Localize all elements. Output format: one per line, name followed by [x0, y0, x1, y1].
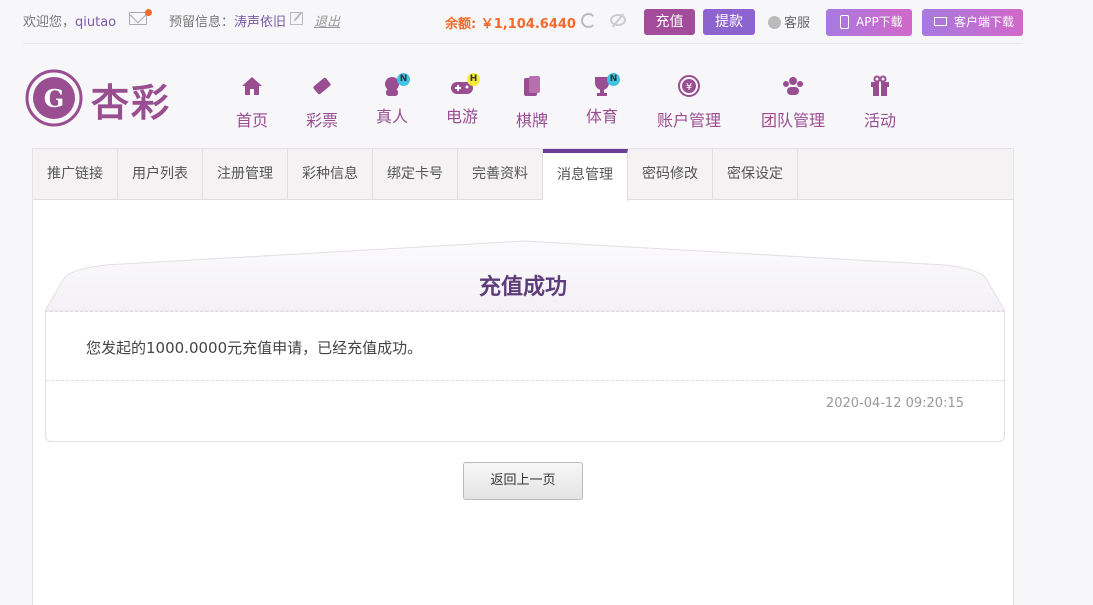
nav-lottery[interactable]: 彩票: [302, 74, 342, 131]
gamepad-icon: H: [450, 73, 480, 98]
svg-text:G: G: [44, 84, 65, 113]
tab-profile[interactable]: 完善资料: [458, 149, 543, 200]
nav-label: 电游: [445, 107, 478, 126]
nav-sports[interactable]: N 体育: [582, 73, 622, 127]
nav-chess[interactable]: 棋牌: [512, 74, 552, 131]
welcome-prefix: 欢迎您，: [23, 15, 76, 30]
recharge-button[interactable]: 充值: [644, 9, 695, 35]
tab-user-list[interactable]: 用户列表: [118, 149, 203, 200]
nav-label: 账户管理: [656, 111, 721, 130]
yen-icon: ¥: [678, 75, 700, 97]
logo-emblem-icon[interactable]: G: [24, 69, 84, 127]
mail-icon[interactable]: [129, 12, 147, 25]
nav-label: 真人: [375, 107, 408, 126]
nav-label: 彩票: [305, 111, 338, 130]
app-download-button[interactable]: APP下载: [826, 9, 912, 36]
nav-team[interactable]: 团队管理: [758, 74, 828, 131]
nav-label: 棋牌: [515, 111, 548, 130]
back-button[interactable]: 返回上一页: [463, 462, 583, 500]
new-badge: N: [607, 73, 620, 86]
reserve-value: 涛声依旧: [234, 15, 287, 30]
customer-service-icon: [768, 16, 781, 29]
customer-service-label: 客服: [784, 16, 811, 31]
logo-text[interactable]: 杏彩: [91, 72, 171, 127]
hide-balance-icon[interactable]: [610, 14, 626, 26]
nav-home[interactable]: 首页: [232, 74, 272, 131]
message-title: 充值成功: [478, 275, 567, 300]
tab-lottery-info[interactable]: 彩种信息: [288, 149, 373, 200]
nav-label: 团队管理: [760, 111, 825, 130]
svg-text:¥: ¥: [686, 82, 692, 93]
nav-activity[interactable]: 活动: [860, 74, 900, 131]
unread-dot: [145, 9, 152, 16]
nav-account[interactable]: ¥ 账户管理: [654, 74, 724, 131]
monitor-icon: [934, 17, 947, 26]
reserve-label: 预留信息：: [169, 15, 235, 30]
nav-slots[interactable]: H 电游: [442, 73, 482, 127]
ticket-icon: [313, 77, 331, 95]
tab-security[interactable]: 密保设定: [713, 149, 798, 200]
app-download-label: APP下载: [856, 15, 903, 29]
client-download-button[interactable]: 客户端下载: [922, 9, 1023, 36]
nav-label: 活动: [863, 111, 896, 130]
main-panel: 推广链接 用户列表 注册管理 彩种信息 绑定卡号 完善资料 消息管理 密码修改 …: [32, 148, 1014, 605]
gift-icon: [871, 75, 889, 96]
team-icon: [783, 77, 803, 95]
tab-password[interactable]: 密码修改: [628, 149, 713, 200]
message-timestamp: 2020-04-12 09:20:15: [825, 396, 964, 411]
tab-bar: 推广链接 用户列表 注册管理 彩种信息 绑定卡号 完善资料 消息管理 密码修改 …: [33, 149, 1013, 201]
new-badge: N: [397, 73, 410, 86]
nav-live[interactable]: N 真人: [372, 73, 412, 127]
tab-promo-link[interactable]: 推广链接: [33, 149, 118, 200]
tab-bind-card[interactable]: 绑定卡号: [373, 149, 458, 200]
balance-display: 余额: ￥1,104.6440: [445, 17, 576, 32]
trophy-icon: N: [590, 73, 620, 98]
divider: [46, 380, 1004, 381]
nav-label: 体育: [585, 107, 618, 126]
tab-register-manage[interactable]: 注册管理: [203, 149, 288, 200]
reserve-info: 预留信息：涛声依旧: [169, 11, 286, 30]
phone-icon: [840, 15, 849, 29]
withdraw-button[interactable]: 提款: [703, 9, 755, 35]
home-icon: [242, 77, 262, 95]
cards-icon: [524, 76, 540, 96]
logout-link[interactable]: 退出: [314, 11, 340, 30]
top-bar: 欢迎您，qiutao 预留信息：涛声依旧 退出 余额: ￥1,104.6440 …: [23, 0, 1023, 44]
hot-badge: H: [467, 73, 480, 86]
refresh-icon[interactable]: [581, 13, 596, 28]
message-card: 您发起的1000.0000元充值申请，已经充值成功。 2020-04-12 09…: [45, 311, 1005, 442]
customer-service-link[interactable]: 客服: [768, 12, 810, 31]
client-download-label: 客户端下载: [954, 15, 1015, 29]
message-body: 您发起的1000.0000元充值申请，已经充值成功。: [86, 339, 423, 357]
welcome-text: 欢迎您，qiutao: [23, 11, 116, 30]
username[interactable]: qiutao: [75, 15, 116, 30]
tab-messages[interactable]: 消息管理: [543, 149, 628, 201]
nav-label: 首页: [235, 111, 268, 130]
dealer-icon: N: [380, 73, 410, 98]
edit-icon[interactable]: [290, 12, 303, 25]
